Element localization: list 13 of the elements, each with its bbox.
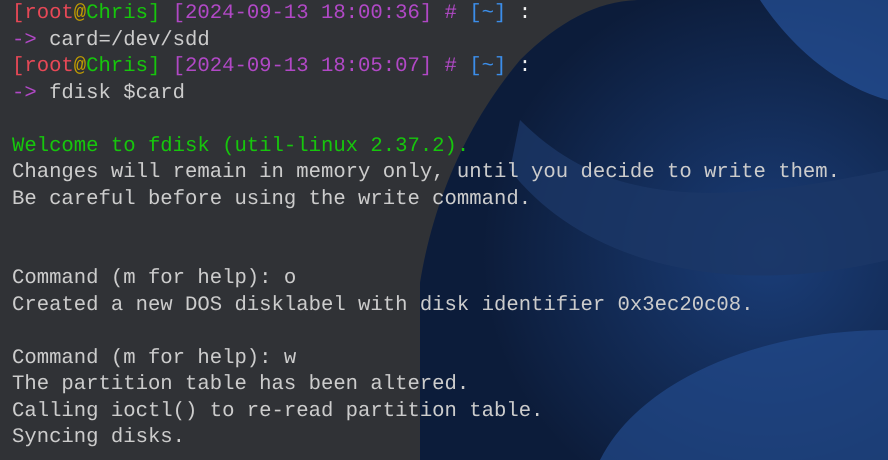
terminal-line: Command (m for help): o [12, 266, 296, 292]
terminal-line: Be careful before using the write command. [12, 186, 532, 212]
terminal-line: Changes will remain in memory only, until you decide to write them. [12, 160, 840, 186]
terminal-line: [root@Chris] [2024-09-13 18:05:07] # [~] : [12, 54, 532, 80]
terminal-line: Created a new DOS disklabel with disk identifier 0x3ec20c08. [12, 292, 754, 318]
terminal-line: Command (m for help): w [12, 346, 296, 372]
terminal-line: Calling ioctl() to re-read partition table. [12, 398, 544, 424]
terminal-line: -> fdisk $card [12, 80, 186, 106]
terminal-line: [root@Chris] [2024-09-13 18:00:36] # [~] : [12, 1, 532, 27]
terminal-line: -> card=/dev/sdd [12, 28, 210, 54]
terminal-line: Welcome to fdisk (util-linux 2.37.2). [12, 134, 470, 160]
terminal-line: The partition table has been altered. [12, 372, 470, 398]
terminal-line: Syncing disks. [12, 425, 186, 451]
